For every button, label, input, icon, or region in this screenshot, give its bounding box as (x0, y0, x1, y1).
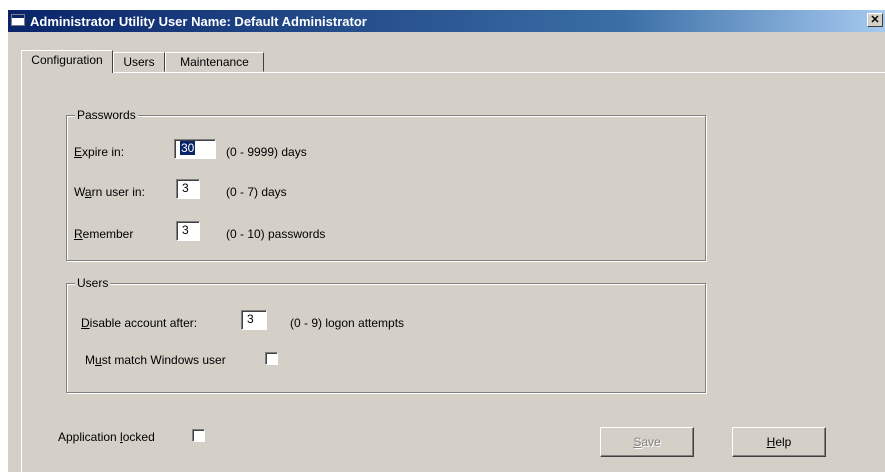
tab-maintenance[interactable]: Maintenance (165, 52, 264, 72)
configuration-panel: Passwords Expire in: 30 (0 - 9999) days … (21, 72, 885, 472)
must-match-windows-user-checkbox[interactable] (265, 352, 278, 365)
users-group: Users Disable account after: 3 (0 - 9) l… (66, 276, 706, 393)
users-legend: Users (75, 276, 111, 290)
tab-label: Configuration (31, 53, 103, 67)
tab-users[interactable]: Users (113, 52, 165, 72)
help-button[interactable]: Help (732, 427, 826, 457)
disable-account-attempts-input[interactable]: 3 (241, 310, 267, 330)
warn-days-input[interactable]: 3 (176, 179, 200, 199)
passwords-legend: Passwords (75, 108, 138, 122)
warn-range-label: (0 - 7) days (226, 185, 287, 199)
expire-label: Expire in: (74, 145, 125, 159)
window-title: Administrator Utility User Name: Default… (30, 14, 367, 29)
disable-account-label: Disable account after: (81, 316, 198, 330)
disable-range-label: (0 - 9) logon attempts (290, 316, 405, 330)
save-button[interactable]: Save (600, 427, 694, 457)
close-button[interactable]: ✕ (867, 13, 883, 27)
tab-label: Maintenance (180, 55, 249, 69)
tab-configuration[interactable]: Configuration (21, 50, 113, 73)
window-icon (11, 14, 25, 26)
expire-days-input[interactable]: 30 (174, 139, 216, 159)
expire-range-label: (0 - 9999) days (226, 145, 307, 159)
must-match-label: Must match Windows user (85, 353, 226, 367)
tab-label: Users (123, 55, 155, 69)
warn-label: Warn user in: (74, 185, 145, 199)
remember-range-label: (0 - 10) passwords (226, 227, 326, 241)
application-locked-label: Application locked (58, 430, 155, 444)
title-bar[interactable]: Administrator Utility User Name: Default… (8, 10, 885, 32)
admin-utility-window: Administrator Utility User Name: Default… (8, 10, 885, 472)
application-locked-checkbox[interactable] (192, 429, 205, 442)
remember-passwords-input[interactable]: 3 (176, 221, 200, 241)
passwords-group: Passwords Expire in: 30 (0 - 9999) days … (66, 108, 706, 261)
remember-label: Remember (74, 227, 134, 241)
